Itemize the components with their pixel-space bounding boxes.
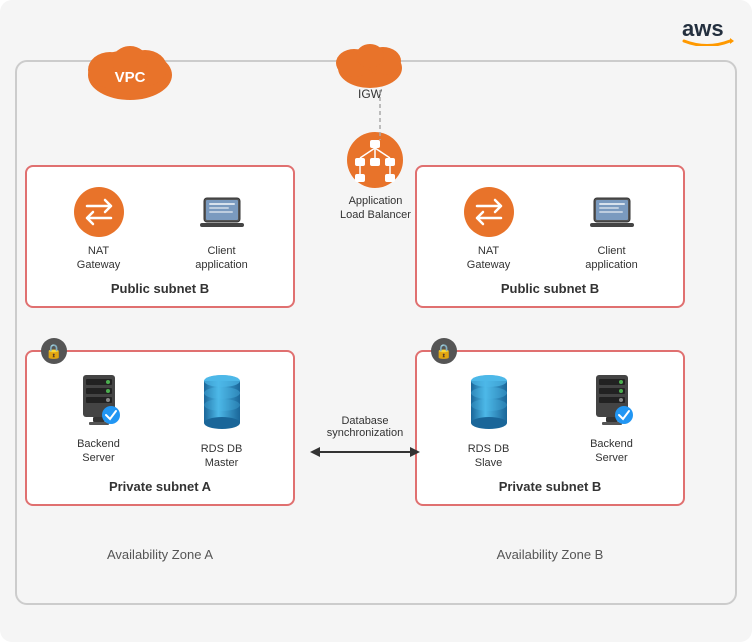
rds-master-label: RDS DB Master	[201, 442, 243, 471]
igw-cloud: IGW	[330, 30, 410, 101]
nat-gateway-a: NAT Gateway	[54, 186, 144, 273]
main-container: aws VPC IGW	[0, 0, 752, 642]
alb-label: Application Load Balancer	[340, 194, 411, 223]
private-subnet-a: 🔒	[25, 350, 295, 506]
client-app-a: Client application	[177, 186, 267, 273]
private-subnet-b: 🔒	[415, 350, 685, 506]
zone-a: NAT Gateway Client application	[25, 165, 335, 540]
backend-server-b-label: Backend Server	[590, 437, 633, 466]
rds-master: RDS DB Master	[177, 371, 267, 471]
svg-text:VPC: VPC	[115, 69, 146, 86]
sync-arrow: Database synchronization	[310, 415, 420, 461]
backend-server-a: Backend Server	[54, 371, 144, 466]
lock-a: 🔒	[41, 338, 67, 364]
backend-server-b: Backend Server	[567, 371, 657, 466]
zone-b-label: Availability Zone B	[415, 547, 685, 562]
lock-b: 🔒	[431, 338, 457, 364]
zone-b: NAT Gateway Client application Public su…	[415, 165, 725, 540]
svg-text:aws: aws	[682, 16, 724, 41]
nat-gateway-b-label: NAT Gateway	[467, 244, 510, 273]
private-subnet-b-label: Private subnet B	[427, 479, 673, 494]
nat-gateway-a-label: NAT Gateway	[77, 244, 120, 273]
alb-icon-container: Application Load Balancer	[340, 130, 411, 223]
public-subnet-b: NAT Gateway Client application Public su…	[415, 165, 685, 308]
client-app-a-label: Client application	[195, 244, 248, 273]
rds-slave: RDS DB Slave	[444, 371, 534, 471]
sync-label: Database synchronization	[327, 415, 403, 439]
zone-a-label: Availability Zone A	[25, 547, 295, 562]
aws-logo: aws	[680, 14, 734, 46]
rds-slave-label: RDS DB Slave	[468, 442, 510, 471]
client-app-b-label: Client application	[585, 244, 638, 273]
public-subnet-a-label: Public subnet B	[37, 281, 283, 296]
nat-gateway-b: NAT Gateway	[444, 186, 534, 273]
public-subnet-a: NAT Gateway Client application	[25, 165, 295, 308]
private-subnet-a-label: Private subnet A	[37, 479, 283, 494]
public-subnet-b-label: Public subnet B	[427, 281, 673, 296]
vpc-cloud: VPC	[80, 30, 180, 105]
backend-server-a-label: Backend Server	[77, 437, 120, 466]
igw-label: IGW	[358, 87, 382, 101]
client-app-b: Client application	[567, 186, 657, 273]
